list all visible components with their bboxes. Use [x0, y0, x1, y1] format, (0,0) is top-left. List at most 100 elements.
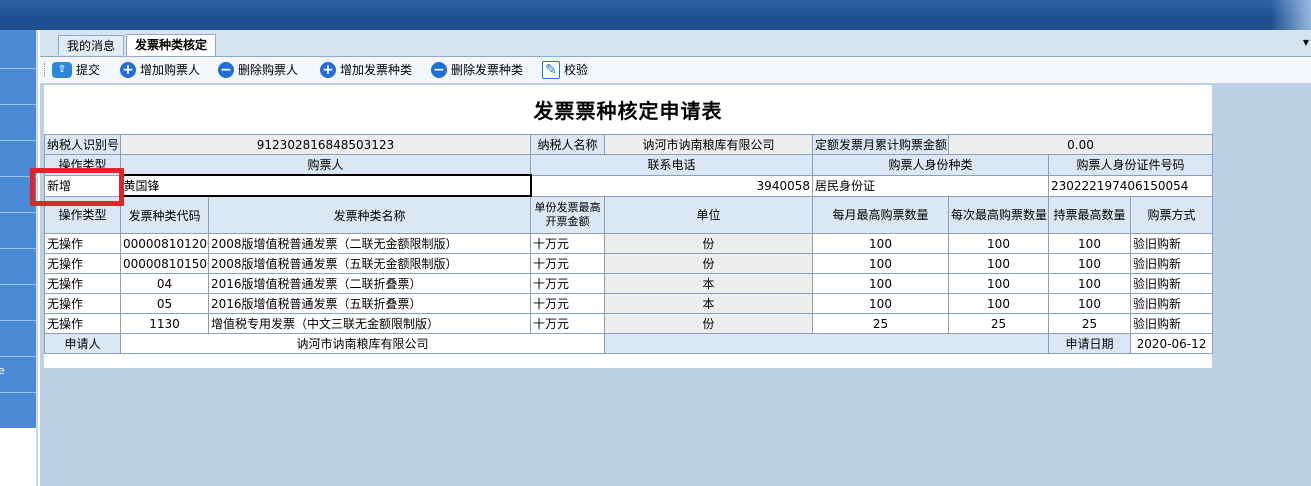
add-invoice-type-button[interactable]: + 增加发票种类 [320, 60, 412, 80]
row-hold[interactable]: 25 [1048, 313, 1131, 334]
row-monthly[interactable]: 100 [812, 253, 949, 274]
table-row[interactable]: 无操作 04 2016版增值税普通发票（二联折叠票） 十万元 本 100 100… [44, 273, 1214, 294]
delete-buyer-label: 删除购票人 [238, 63, 299, 77]
sidebar-divider [0, 320, 36, 321]
buyer-name-input[interactable]: 黄国锋 [119, 174, 532, 197]
row-name: 2016版增值税普通发票（二联折叠票） [208, 273, 531, 294]
each-max-header: 每次最高购票数量 [948, 195, 1049, 234]
toolbar: ⇧ 提交 + 增加购票人 − 删除购票人 + 增加发票种类 − 删除发票种类 ✎… [40, 57, 1311, 84]
row-max-amount[interactable]: 十万元 [530, 253, 605, 274]
table-row[interactable]: 无操作 1130 增值税专用发票（中文三联无金额限制版） 十万元 份 25 25… [44, 313, 1214, 334]
quota-label: 定额发票月累计购票金额 [812, 134, 949, 155]
row-code: 000008101200 [120, 233, 209, 254]
row-unit: 本 [604, 273, 813, 294]
sidebar-divider [0, 392, 36, 393]
row-method[interactable]: 验旧购新 [1129, 273, 1214, 294]
row-hold[interactable]: 100 [1048, 253, 1131, 274]
type-name-header: 发票种类名称 [208, 195, 531, 234]
id-type-header: 购票人身份种类 [812, 154, 1049, 176]
sidebar-edge[interactable] [36, 30, 38, 486]
row-max-amount[interactable]: 十万元 [530, 273, 605, 294]
type-op-header: 操作类型 [44, 195, 121, 234]
row-each[interactable]: 100 [948, 233, 1049, 254]
row-hold[interactable]: 100 [1048, 273, 1131, 294]
delete-buyer-button[interactable]: − 删除购票人 [218, 60, 298, 80]
add-buyer-button[interactable]: + 增加购票人 [120, 60, 200, 80]
row-monthly[interactable]: 25 [812, 313, 949, 334]
edit-icon: ✎ [542, 61, 560, 79]
left-sidebar: e [0, 30, 38, 486]
tab-invoice-type-approval[interactable]: 发票种类核定 [126, 34, 217, 56]
row-max-amount[interactable]: 十万元 [530, 233, 605, 254]
row-name: 增值税专用发票（中文三联无金额限制版） [208, 313, 531, 334]
row-each[interactable]: 100 [948, 253, 1049, 274]
toolbar-grip [44, 63, 47, 77]
row-method[interactable]: 验旧购新 [1129, 293, 1214, 314]
quota-value: 0.00 [947, 134, 1214, 155]
tab-my-messages[interactable]: 我的消息 [58, 35, 125, 55]
row-unit: 份 [604, 253, 813, 274]
type-code-header: 发票种类代码 [120, 195, 209, 234]
buyer-id-no-input[interactable]: 230222197406150054 [1047, 174, 1214, 197]
table-row[interactable]: 无操作 000008101500 2008版增值税普通发票（五联无金额限制版） … [44, 253, 1214, 274]
row-monthly[interactable]: 100 [812, 233, 949, 254]
row-method[interactable]: 验旧购新 [1129, 253, 1214, 274]
row-name: 2008版增值税普通发票（五联无金额限制版） [208, 253, 531, 274]
taxpayer-id-label: 纳税人识别号 [44, 134, 121, 155]
verify-label: 校验 [564, 63, 589, 77]
row-code: 04 [120, 273, 209, 294]
monthly-max-header: 每月最高购票数量 [812, 195, 949, 234]
submit-button[interactable]: ⇧ 提交 [52, 60, 100, 80]
max-amount-header: 单份发票最高开票金额 [530, 195, 605, 234]
sidebar-divider [0, 356, 36, 357]
applicant-label: 申请人 [44, 333, 121, 354]
row-each[interactable]: 100 [948, 293, 1049, 314]
plus-icon: + [320, 62, 336, 78]
minus-icon: − [218, 62, 234, 78]
row-each[interactable]: 25 [948, 313, 1049, 334]
row-name: 2008版增值税普通发票（二联无金额限制版） [208, 233, 531, 254]
delete-invoice-type-label: 删除发票种类 [451, 63, 524, 77]
id-no-header: 购票人身份证件号码 [1047, 154, 1214, 176]
delete-invoice-type-button[interactable]: − 删除发票种类 [431, 60, 523, 80]
form-table: 纳税人识别号 912302816848503123 纳税人名称 讷河市讷南粮库有… [44, 134, 1214, 354]
row-monthly[interactable]: 100 [812, 293, 949, 314]
row-method[interactable]: 验旧购新 [1129, 233, 1214, 254]
row-op[interactable]: 无操作 [44, 313, 121, 334]
row-max-amount[interactable]: 十万元 [530, 313, 605, 334]
verify-button[interactable]: ✎ 校验 [542, 60, 588, 80]
row-hold[interactable]: 100 [1048, 293, 1131, 314]
table-row[interactable]: 无操作 000008101200 2008版增值税普通发票（二联无金额限制版） … [44, 233, 1214, 254]
buyer-phone-input[interactable]: 3940058 [530, 174, 813, 197]
sidebar-divider [0, 68, 36, 69]
row-code: 000008101500 [120, 253, 209, 274]
row-op[interactable]: 无操作 [44, 233, 121, 254]
tab-dropdown-icon[interactable]: ▼ [1303, 38, 1309, 47]
buyer-op-header: 操作类型 [44, 154, 121, 176]
buyer-op-value[interactable]: 新增 [44, 174, 121, 197]
row-unit: 本 [604, 293, 813, 314]
window-title-bar [0, 0, 1311, 30]
sidebar-divider [0, 284, 36, 285]
hold-max-header: 持票最高数量 [1048, 195, 1131, 234]
row-monthly[interactable]: 100 [812, 273, 949, 294]
row-max-amount[interactable]: 十万元 [530, 293, 605, 314]
row-op[interactable]: 无操作 [44, 253, 121, 274]
submit-label: 提交 [76, 63, 101, 77]
row-code: 05 [120, 293, 209, 314]
add-invoice-type-label: 增加发票种类 [340, 63, 413, 77]
form-title: 发票票种核定申请表 [533, 99, 723, 123]
row-op[interactable]: 无操作 [44, 273, 121, 294]
application-form: 发票票种核定申请表 纳税人识别号 912302816848503123 纳税人名… [44, 85, 1214, 368]
applicant-value: 讷河市讷南粮库有限公司 [120, 333, 605, 354]
table-row[interactable]: 无操作 05 2016版增值税普通发票（五联折叠票） 十万元 本 100 100… [44, 293, 1214, 314]
row-op[interactable]: 无操作 [44, 293, 121, 314]
row-each[interactable]: 100 [948, 273, 1049, 294]
date-value[interactable]: 2020-06-12 [1129, 333, 1214, 354]
buyer-id-type-select[interactable]: 居民身份证 [812, 174, 1049, 197]
sidebar-divider [0, 248, 36, 249]
phone-header: 联系电话 [530, 154, 813, 176]
blank-cell [604, 333, 1049, 354]
row-hold[interactable]: 100 [1048, 233, 1131, 254]
row-method[interactable]: 验旧购新 [1129, 313, 1214, 334]
